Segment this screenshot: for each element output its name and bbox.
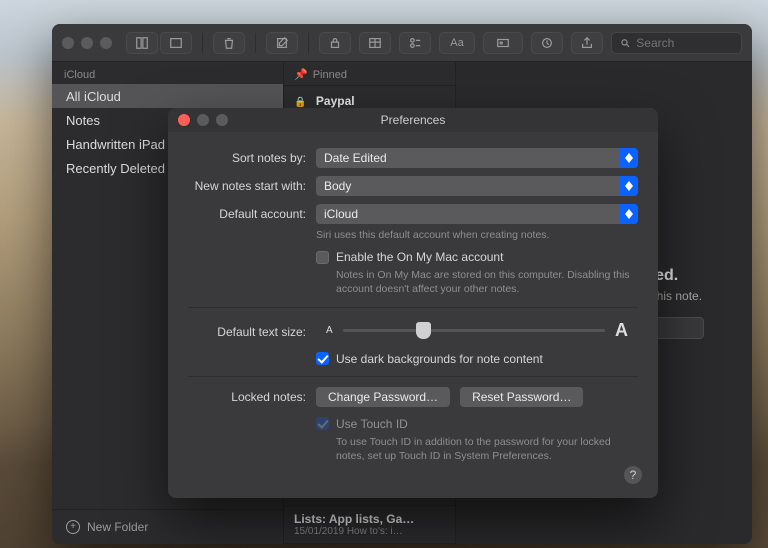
textsize-min-icon: A [316,325,343,336]
default-account-label: Default account: [188,204,316,221]
checkbox-icon [316,251,329,264]
pin-icon: 📌 [294,68,308,81]
note-subtitle: 15/01/2019 How to's: i… [294,526,445,537]
newnotes-label: New notes start with: [188,176,316,193]
prefs-titlebar: Preferences [168,108,658,132]
checkbox-checked-icon [316,352,329,365]
darkbg-label: Use dark backgrounds for note content [336,352,543,366]
share-button[interactable] [571,32,603,54]
search-input[interactable] [636,36,733,50]
media-button[interactable] [483,32,523,54]
updown-icon [620,148,638,168]
sidebar-item-all-icloud[interactable]: All iCloud [52,84,283,108]
link-button[interactable] [531,32,563,54]
sidebar-section-header: iCloud [52,62,283,84]
checkbox-disabled-icon [316,417,329,430]
lock-button[interactable] [319,32,351,54]
new-note-button[interactable] [266,32,298,54]
view-list-button[interactable] [126,32,158,54]
default-account-hint: Siri uses this default account when crea… [316,228,638,242]
textsize-label: Default text size: [188,322,316,339]
sort-value: Date Edited [324,151,387,165]
lockednotes-label: Locked notes: [188,387,316,404]
prefs-title: Preferences [168,113,658,127]
default-account-popup[interactable]: iCloud [316,204,638,224]
note-row[interactable]: Lists: App lists, Ga… 15/01/2019 How to'… [284,506,455,544]
table-button[interactable] [359,32,391,54]
checklist-button[interactable] [399,32,431,54]
close-window-icon[interactable] [62,37,74,49]
slider-thumb[interactable] [416,322,431,339]
plus-icon: + [66,520,80,534]
search-icon [620,37,630,49]
pinned-header: 📌 Pinned [284,62,455,86]
textsize-max-icon: A [605,320,638,341]
new-folder-label: New Folder [87,520,148,534]
help-button[interactable]: ? [624,466,642,484]
view-gallery-button[interactable] [160,32,192,54]
onmymac-hint: Notes in On My Mac are stored on this co… [316,268,638,296]
new-folder-button[interactable]: + New Folder [52,509,283,544]
lock-icon: 🔒 [294,97,306,108]
default-account-value: iCloud [324,207,358,221]
textsize-slider[interactable]: A A [316,318,638,344]
darkbg-checkbox[interactable]: Use dark backgrounds for note content [316,352,638,366]
touchid-label: Use Touch ID [336,417,408,431]
minimize-window-icon[interactable] [81,37,93,49]
sort-popup[interactable]: Date Edited [316,148,638,168]
format-button[interactable]: Aa [439,32,475,54]
reset-password-button[interactable]: Reset Password… [460,387,583,407]
touchid-checkbox: Use Touch ID [316,417,638,431]
note-title: Paypal [316,94,355,108]
updown-icon [620,204,638,224]
zoom-window-icon[interactable] [100,37,112,49]
note-title: Lists: App lists, Ga… [294,512,445,526]
preferences-window: Preferences Sort notes by: Date Edited N… [168,108,658,498]
touchid-hint: To use Touch ID in addition to the passw… [316,435,638,463]
delete-button[interactable] [213,32,245,54]
change-password-button[interactable]: Change Password… [316,387,450,407]
onmymac-checkbox[interactable]: Enable the On My Mac account [316,250,638,264]
newnotes-popup[interactable]: Body [316,176,638,196]
onmymac-label: Enable the On My Mac account [336,250,503,264]
titlebar: Aa [52,24,752,62]
updown-icon [620,176,638,196]
sort-label: Sort notes by: [188,148,316,165]
search-field[interactable] [611,32,742,54]
window-controls [62,37,112,49]
newnotes-value: Body [324,179,351,193]
